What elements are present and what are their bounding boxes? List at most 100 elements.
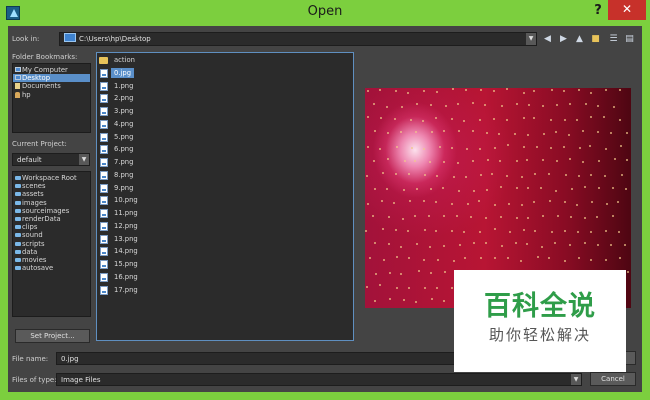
image-file-icon xyxy=(100,170,108,180)
project-folder-item[interactable]: scripts xyxy=(13,240,90,248)
file-list-item[interactable]: 16.png xyxy=(97,271,353,284)
bookmark-my-computer[interactable]: My Computer xyxy=(13,66,90,74)
project-folder-item[interactable]: Workspace Root xyxy=(13,174,90,182)
project-folders-list: Workspace Root scenes assets images sour… xyxy=(12,171,91,317)
seed-texture-dot xyxy=(625,131,628,134)
project-select[interactable]: default ▼ xyxy=(12,153,90,166)
help-button[interactable]: ? xyxy=(588,2,608,22)
seed-texture-dot xyxy=(472,159,475,162)
project-folder-item[interactable]: assets xyxy=(13,190,90,198)
seed-texture-dot xyxy=(400,105,403,108)
detail-view-icon[interactable]: ▤ xyxy=(624,34,635,45)
project-folder-item[interactable]: images xyxy=(13,199,90,207)
file-list-item[interactable]: 15.png xyxy=(97,258,353,271)
seed-texture-dot xyxy=(494,228,497,231)
new-folder-icon[interactable]: ■ xyxy=(590,34,601,45)
seed-texture-dot xyxy=(423,89,426,92)
file-list-item[interactable]: 17.png xyxy=(97,284,353,297)
project-folder-item[interactable]: renderData xyxy=(13,215,90,223)
project-folder-item[interactable]: movies xyxy=(13,256,90,264)
seed-texture-dot xyxy=(464,88,467,91)
seed-texture-dot xyxy=(576,231,579,234)
seed-texture-dot xyxy=(456,215,459,218)
user-folder-icon xyxy=(15,91,20,98)
file-list-item[interactable]: 9.png xyxy=(97,182,353,195)
seed-texture-dot xyxy=(414,131,417,134)
look-in-combobox[interactable]: C:\Users\hp\Desktop ▼ xyxy=(59,32,537,46)
seed-texture-dot xyxy=(534,173,537,176)
file-list-item[interactable]: 13.png xyxy=(97,233,353,246)
seed-texture-dot xyxy=(414,215,417,218)
chevron-down-icon[interactable]: ▼ xyxy=(79,154,89,165)
project-folder-item[interactable]: data xyxy=(13,248,90,256)
project-folder-item[interactable]: autosave xyxy=(13,264,90,272)
seed-texture-dot xyxy=(450,146,453,149)
project-folder-item[interactable]: sound xyxy=(13,231,90,239)
file-list-item[interactable]: 2.png xyxy=(97,92,353,105)
file-list-item[interactable]: 6.png xyxy=(97,143,353,156)
seed-texture-dot xyxy=(373,130,376,133)
chevron-down-icon[interactable]: ▼ xyxy=(571,374,581,385)
seed-texture-dot xyxy=(387,158,390,161)
folder-icon xyxy=(15,266,21,271)
seed-texture-dot xyxy=(534,229,537,232)
seed-texture-dot xyxy=(541,215,544,217)
seed-texture-dot xyxy=(613,105,616,108)
file-list-item[interactable]: 5.png xyxy=(97,131,353,144)
seed-texture-dot xyxy=(373,300,376,303)
list-view-icon[interactable]: ☰ xyxy=(608,34,619,45)
window-title: Open xyxy=(307,4,343,19)
forward-icon[interactable]: ▶ xyxy=(558,34,569,45)
seed-texture-dot xyxy=(613,158,616,161)
bookmark-documents[interactable]: Documents xyxy=(13,82,90,90)
project-folder-item[interactable]: scenes xyxy=(13,182,90,190)
file-type-label: Files of type: xyxy=(12,376,57,384)
seed-texture-dot xyxy=(428,214,431,217)
seed-texture-dot xyxy=(367,116,370,119)
file-list-item[interactable]: 1.png xyxy=(97,80,353,93)
file-list-item[interactable]: 3.png xyxy=(97,105,353,118)
file-type-select[interactable]: Image Files ▼ xyxy=(56,373,582,386)
seed-texture-dot xyxy=(624,188,627,191)
cancel-button[interactable]: Cancel xyxy=(590,372,636,386)
seed-texture-dot xyxy=(527,216,530,219)
chevron-down-icon[interactable]: ▼ xyxy=(526,33,536,45)
folder-icon xyxy=(15,257,21,262)
set-project-button[interactable]: Set Project... xyxy=(15,329,90,343)
file-list-item[interactable]: 10.png xyxy=(97,194,353,207)
file-list-item[interactable]: 0.jpg xyxy=(97,67,353,80)
seed-texture-dot xyxy=(430,298,433,300)
file-list-item[interactable]: 12.png xyxy=(97,220,353,233)
seed-texture-dot xyxy=(625,158,628,161)
file-list-item[interactable]: 14.png xyxy=(97,245,353,258)
seed-texture-dot xyxy=(485,217,488,220)
file-name-input[interactable]: 0.jpg xyxy=(56,352,464,365)
seed-texture-dot xyxy=(619,119,622,122)
up-icon[interactable]: ▲ xyxy=(574,34,585,45)
folder-icon xyxy=(15,216,21,221)
seed-texture-dot xyxy=(388,272,391,275)
close-button[interactable]: ✕ xyxy=(608,0,646,20)
seed-texture-dot xyxy=(409,118,412,121)
seed-texture-dot xyxy=(442,244,445,247)
seed-texture-dot xyxy=(577,89,580,92)
current-project-label: Current Project: xyxy=(12,140,67,148)
bookmark-desktop[interactable]: Desktop xyxy=(13,74,90,83)
project-folder-item[interactable]: clips xyxy=(13,223,90,231)
back-icon[interactable]: ◀ xyxy=(542,34,553,45)
file-list-item[interactable]: 4.png xyxy=(97,118,353,131)
file-list-item[interactable]: 7.png xyxy=(97,156,353,169)
file-list-item[interactable]: 8.png xyxy=(97,169,353,182)
file-list-item[interactable]: 11.png xyxy=(97,207,353,220)
seed-texture-dot xyxy=(450,230,453,233)
seed-texture-dot xyxy=(365,174,368,177)
seed-texture-dot xyxy=(491,172,494,175)
seed-texture-dot xyxy=(395,256,398,259)
seed-texture-dot xyxy=(603,116,606,119)
bookmark-hp[interactable]: hp xyxy=(13,91,90,99)
file-list-item[interactable]: action xyxy=(97,54,353,67)
seed-texture-dot xyxy=(557,215,560,218)
seed-texture-dot xyxy=(423,173,426,176)
project-folder-item[interactable]: sourceimages xyxy=(13,207,90,215)
seed-texture-dot xyxy=(533,89,536,92)
